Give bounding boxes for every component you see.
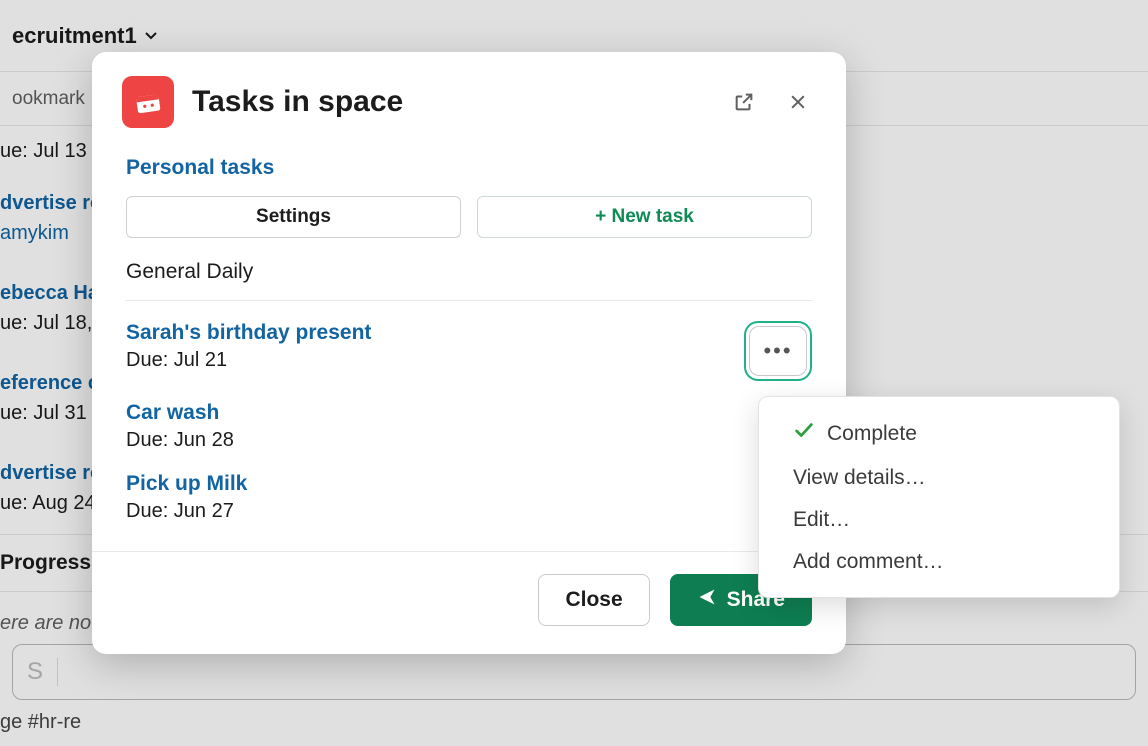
- task-due: Due: Jun 28: [126, 429, 234, 452]
- modal-title: Tasks in space: [192, 85, 708, 119]
- close-icon[interactable]: [780, 84, 816, 120]
- menu-item-view-details[interactable]: View details…: [759, 457, 1119, 499]
- task-row: Car wash Due: Jun 28: [126, 381, 812, 452]
- task-context-menu: Complete View details… Edit… Add comment…: [758, 396, 1120, 598]
- open-external-icon[interactable]: [726, 84, 762, 120]
- tasks-modal: Tasks in space Personal tasks Settings +…: [92, 52, 846, 654]
- modal-body: Personal tasks Settings + New task Gener…: [92, 138, 846, 551]
- menu-item-add-comment[interactable]: Add comment…: [759, 541, 1119, 583]
- menu-item-edit[interactable]: Edit…: [759, 499, 1119, 541]
- settings-button[interactable]: Settings: [126, 196, 461, 238]
- check-icon: [793, 420, 815, 448]
- menu-label: Complete: [827, 422, 917, 446]
- task-title-link[interactable]: Pick up Milk: [126, 472, 247, 500]
- modal-footer: Close Share: [92, 551, 846, 654]
- section-title: General Daily: [126, 260, 812, 301]
- task-title-link[interactable]: Sarah's birthday present: [126, 321, 371, 349]
- ellipsis-icon: •••: [763, 338, 792, 364]
- personal-tasks-link[interactable]: Personal tasks: [126, 146, 274, 196]
- menu-item-complete[interactable]: Complete: [759, 411, 1119, 457]
- send-icon: [697, 587, 717, 613]
- new-task-button[interactable]: + New task: [477, 196, 812, 238]
- task-row: Sarah's birthday present Due: Jul 21 •••: [126, 301, 812, 381]
- task-due: Due: Jul 21: [126, 349, 371, 372]
- overflow-highlight: •••: [744, 321, 812, 381]
- task-overflow-button[interactable]: •••: [749, 326, 807, 376]
- task-row: Pick up Milk Due: Jun 27: [126, 452, 812, 533]
- task-title-link[interactable]: Car wash: [126, 401, 234, 429]
- task-due: Due: Jun 27: [126, 500, 247, 523]
- action-row: Settings + New task: [126, 196, 812, 238]
- modal-header: Tasks in space: [92, 52, 846, 138]
- app-icon: [122, 76, 174, 128]
- close-button[interactable]: Close: [538, 574, 649, 626]
